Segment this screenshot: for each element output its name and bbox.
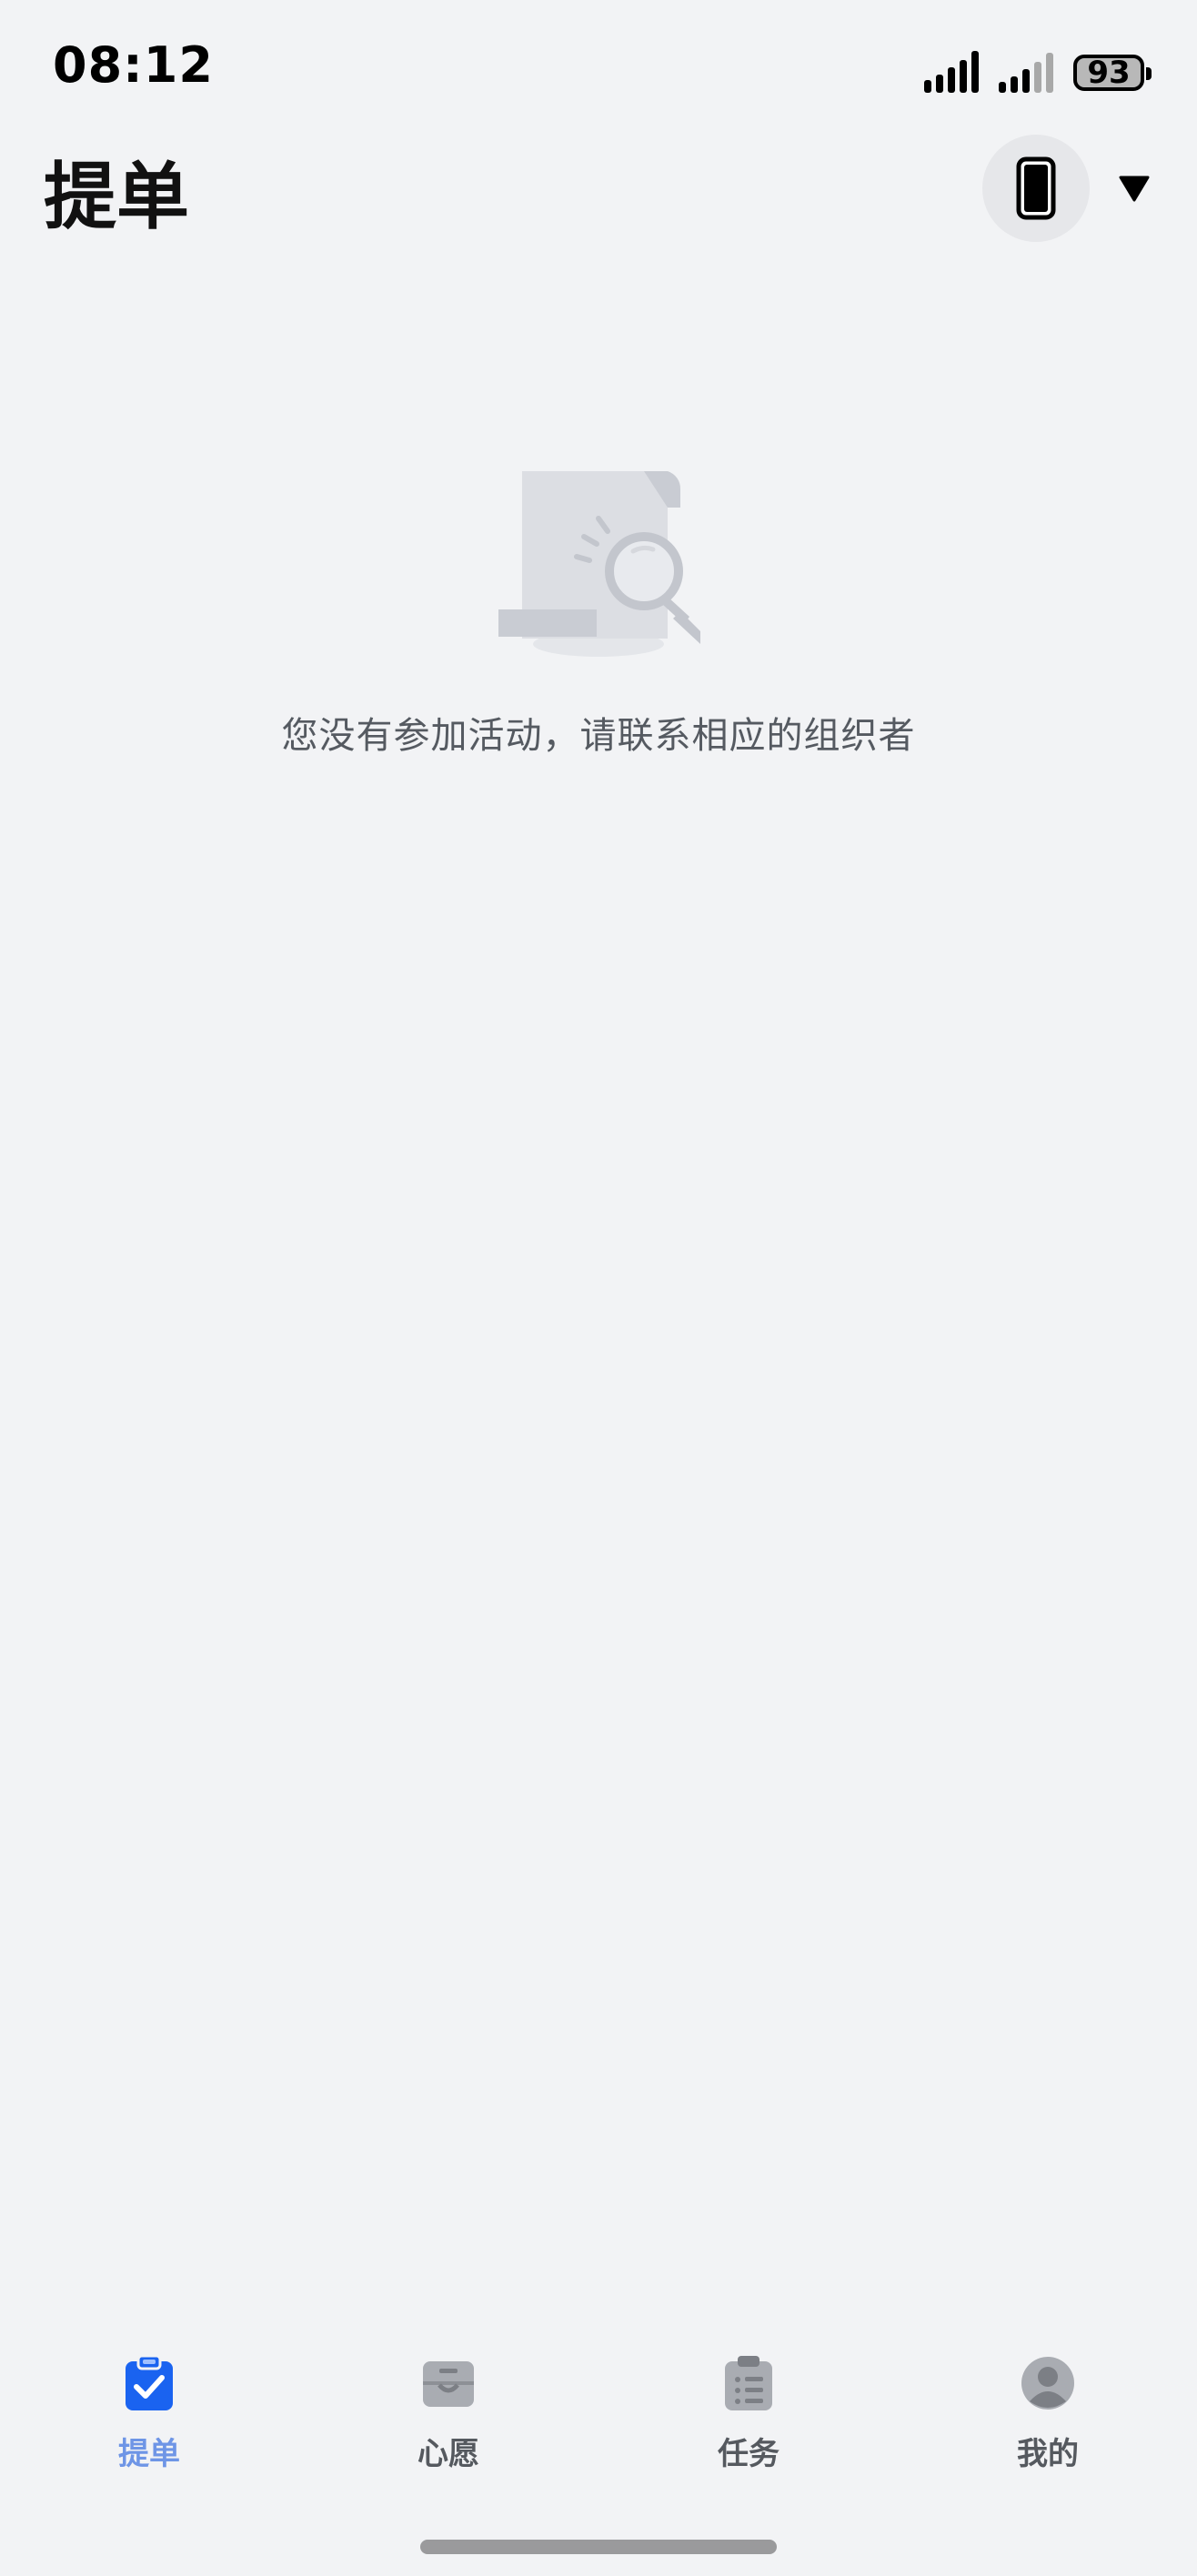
- status-icons: 93: [924, 49, 1152, 93]
- phone-icon: [1016, 156, 1056, 220]
- tab-profile[interactable]: 我的: [957, 2338, 1139, 2483]
- battery-level: 93: [1087, 55, 1131, 91]
- task-list-icon: [725, 2356, 772, 2410]
- signal-icon: [924, 51, 979, 93]
- user-avatar-icon: [1021, 2357, 1074, 2410]
- tab-label: 心愿: [417, 2436, 479, 2472]
- inbox-icon: [423, 2361, 474, 2407]
- tab-label: 我的: [1017, 2436, 1079, 2472]
- tab-tasks[interactable]: 任务: [658, 2338, 840, 2483]
- status-bar: 08:12 93: [0, 0, 1197, 136]
- tab-orders[interactable]: 提单: [58, 2338, 240, 2483]
- tab-bar: 提单 心愿 任务 我的: [0, 2338, 1197, 2483]
- home-indicator: [420, 2540, 777, 2554]
- clipboard-check-icon: [126, 2354, 173, 2410]
- page-title: 提单: [44, 155, 189, 239]
- triangle-down-icon[interactable]: [1119, 175, 1150, 202]
- device-switch-button[interactable]: [982, 135, 1090, 242]
- tab-label: 提单: [118, 2436, 180, 2472]
- tab-wishes[interactable]: 心愿: [357, 2338, 539, 2483]
- battery-icon: 93: [1073, 55, 1152, 91]
- status-time: 08:12: [53, 36, 214, 94]
- tab-label: 任务: [718, 2436, 780, 2472]
- secondary-signal-icon: [999, 51, 1053, 93]
- empty-message: 您没有参加活动，请联系相应的组织者: [281, 715, 916, 757]
- document-search-icon: [498, 471, 700, 657]
